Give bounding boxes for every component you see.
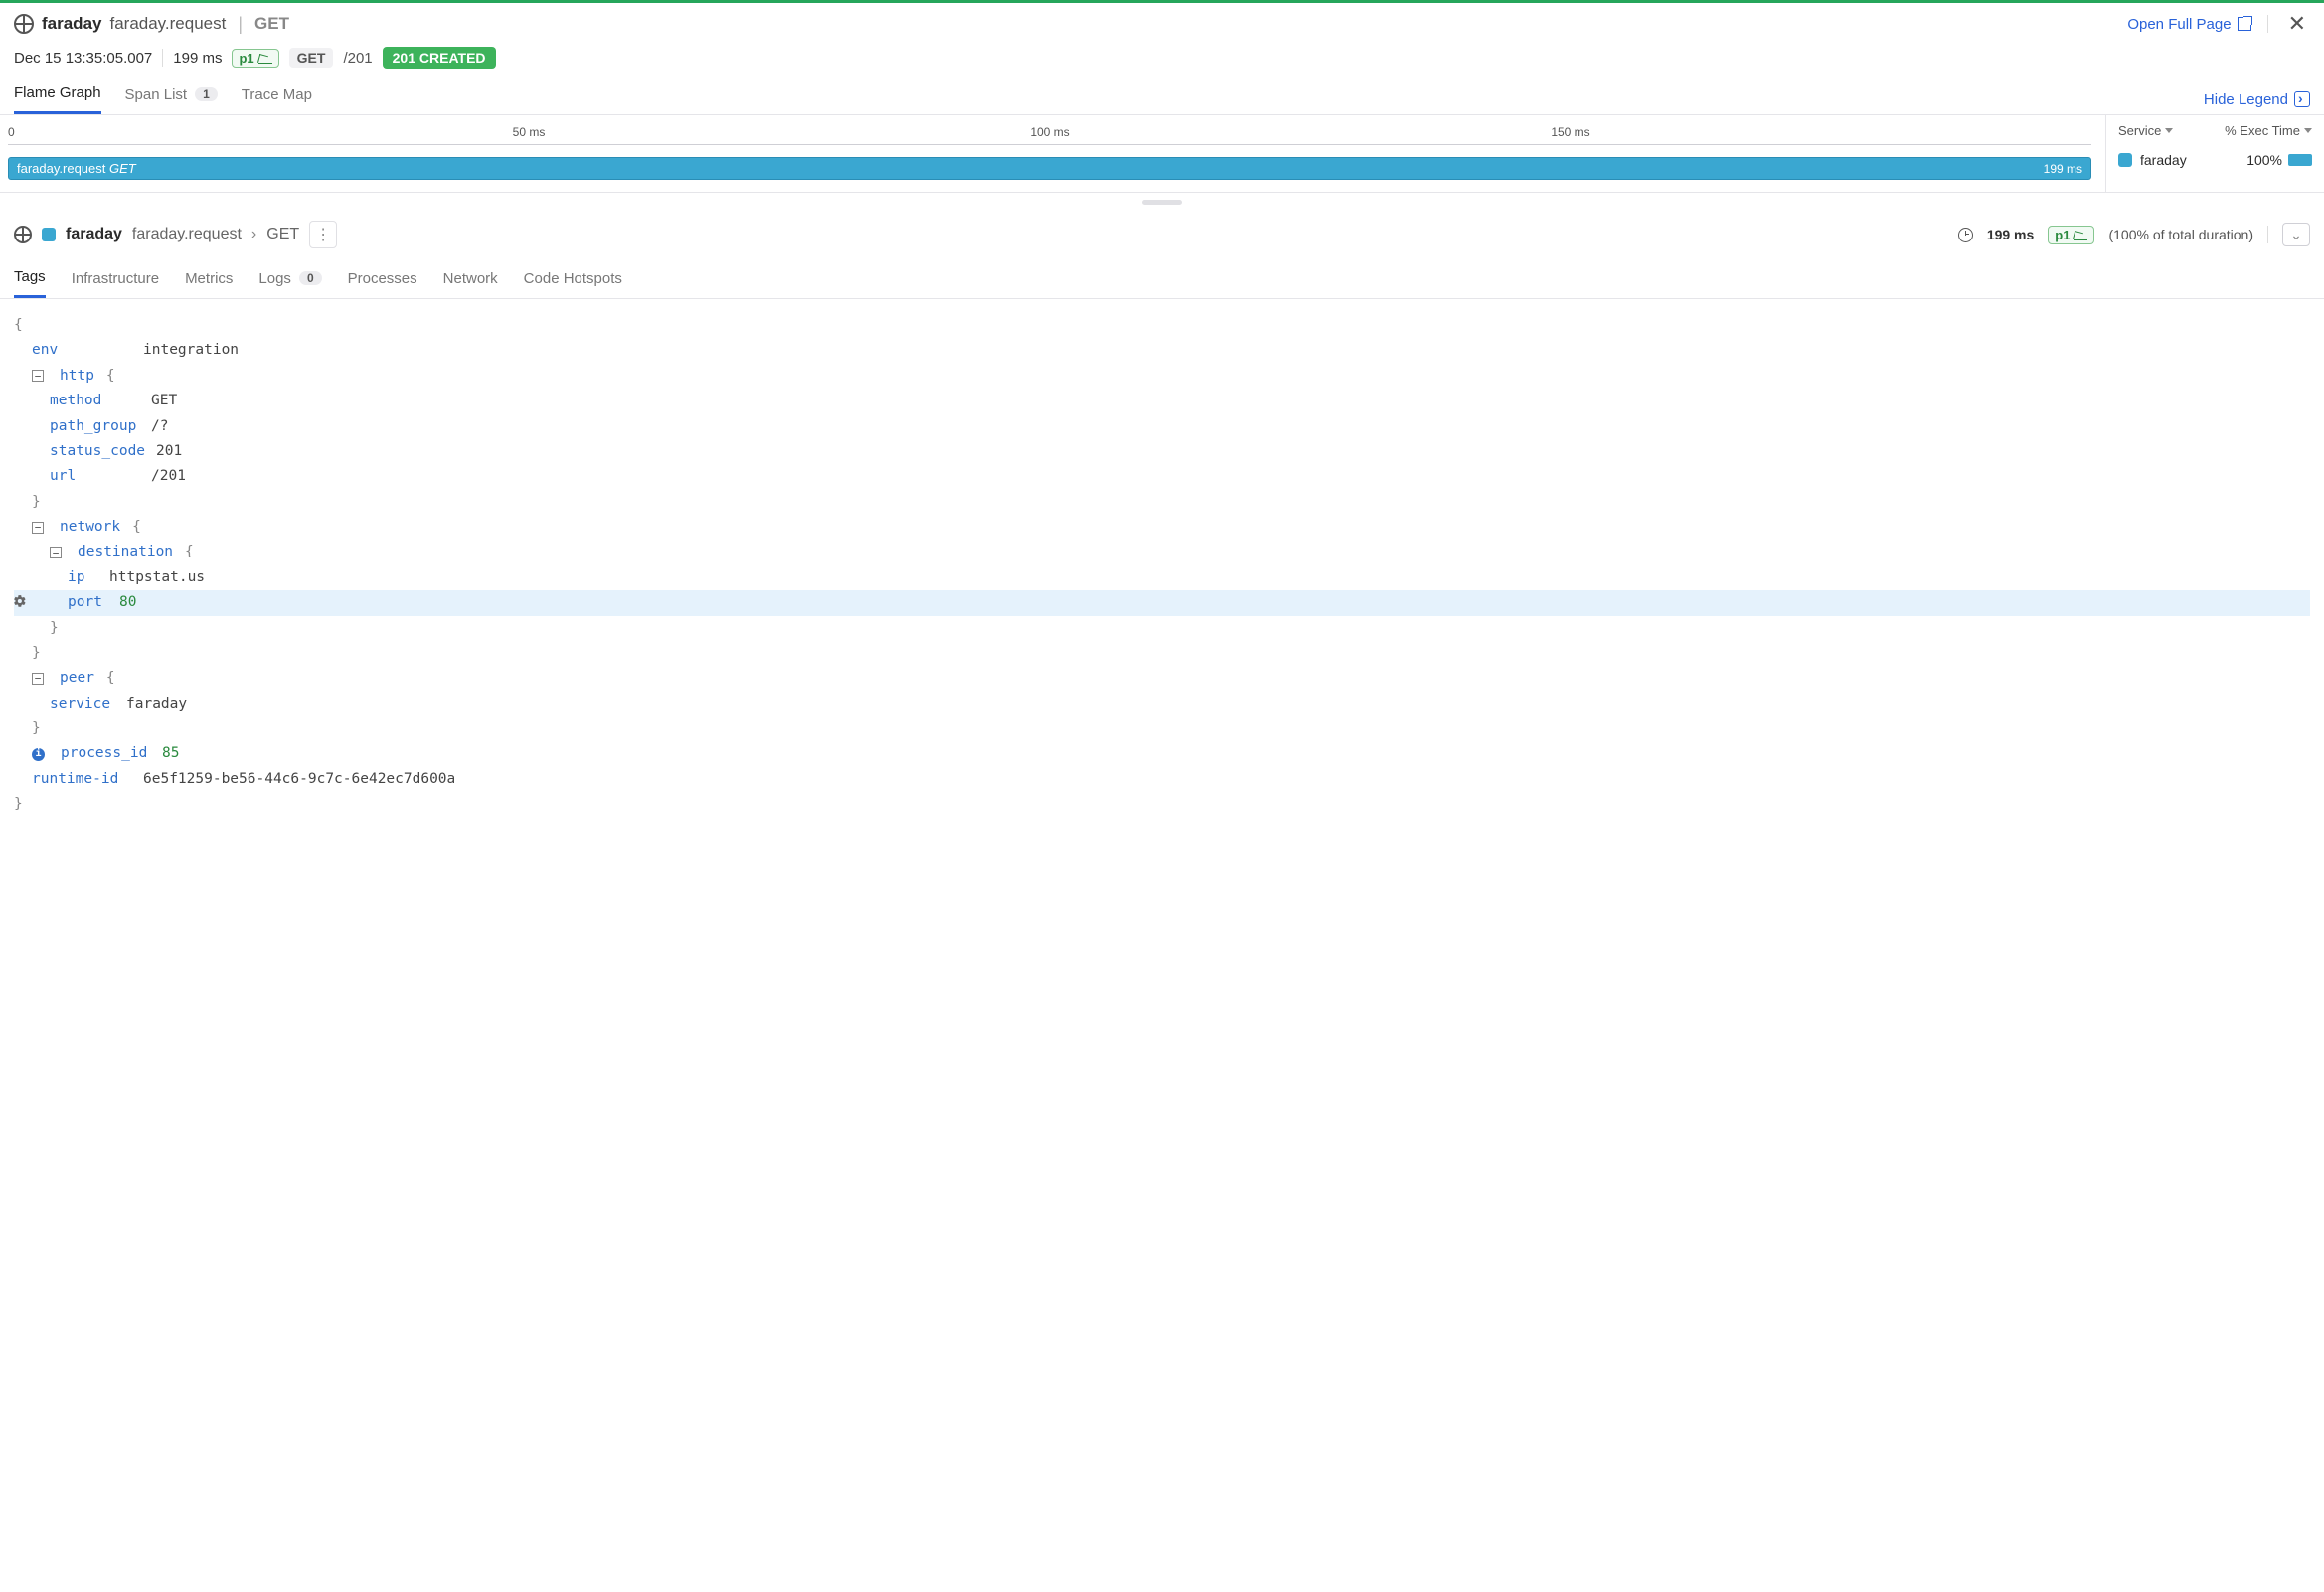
tags-json-tree: { env integration − http { methodGET pat… [0, 299, 2324, 832]
chevron-right-icon: › [251, 226, 256, 243]
env-pill[interactable]: p1 [232, 49, 278, 68]
legend-row[interactable]: faraday 100% [2118, 138, 2312, 168]
pct-of-total: (100% of total duration) [2108, 227, 2253, 242]
path-text: /201 [343, 50, 372, 67]
tag-row[interactable]: status_code201 [14, 439, 2310, 464]
dtab-logs[interactable]: Logs0 [258, 258, 321, 298]
tag-group-network[interactable]: − network { [14, 515, 2310, 540]
external-link-icon [2238, 17, 2251, 31]
tag-row[interactable]: path_group/? [14, 414, 2310, 439]
chevron-down-icon [2304, 128, 2312, 133]
info-icon[interactable]: i [32, 748, 45, 761]
hide-legend-button[interactable]: Hide Legend [2204, 91, 2310, 108]
env-pill[interactable]: p1 [2048, 226, 2094, 244]
trace-meta-row: Dec 15 13:35:05.007 199 ms p1 GET /201 2… [0, 41, 2324, 77]
dtab-infrastructure[interactable]: Infrastructure [72, 258, 159, 298]
operation-name: faraday.request [109, 14, 226, 34]
resize-handle[interactable] [0, 193, 2324, 211]
dtab-metrics[interactable]: Metrics [185, 258, 233, 298]
tag-group-peer[interactable]: − peer { [14, 666, 2310, 691]
span-menu-button[interactable]: ⋮ [309, 221, 337, 248]
span-duration: 199 ms [1987, 227, 2034, 242]
open-full-page-link[interactable]: Open Full Page [2127, 16, 2250, 33]
dtab-tags[interactable]: Tags [14, 258, 46, 298]
close-icon[interactable]: ✕ [2284, 11, 2310, 37]
tag-row[interactable]: runtime-id6e5f1259-be56-44c6-9c7c-6e42ec… [14, 767, 2310, 792]
detail-tabs: Tags Infrastructure Metrics Logs0 Proces… [0, 258, 2324, 299]
view-tabs: Flame Graph Span List 1 Trace Map Hide L… [0, 77, 2324, 115]
duration: 199 ms [173, 50, 222, 67]
span-method: GET [266, 226, 299, 243]
sparkline-icon [2074, 229, 2087, 240]
service-color-swatch [2118, 153, 2132, 167]
collapse-icon[interactable]: − [50, 547, 62, 558]
time-axis: 0 50 ms 100 ms 150 ms [8, 115, 2091, 145]
method-chip[interactable]: GET [289, 48, 334, 68]
tag-row-hovered[interactable]: port80 [14, 590, 2310, 615]
dtab-code-hotspots[interactable]: Code Hotspots [524, 258, 622, 298]
collapse-icon[interactable]: − [32, 673, 44, 685]
tag-group-destination[interactable]: − destination { [14, 540, 2310, 564]
expand-button[interactable]: ⌄ [2282, 223, 2310, 246]
service-color-swatch [42, 228, 56, 241]
status-badge: 201 CREATED [383, 47, 496, 69]
span-op: faraday.request [132, 226, 242, 243]
tag-group-http[interactable]: − http { [14, 364, 2310, 389]
chevron-down-icon [2165, 128, 2173, 133]
globe-icon [14, 226, 32, 243]
span-bar[interactable]: faraday.request GET 199 ms [8, 157, 2091, 180]
exec-time-bar [2288, 154, 2312, 166]
tab-trace-map[interactable]: Trace Map [242, 84, 312, 114]
span-detail-header: faraday faraday.request › GET ⋮ 199 ms p… [0, 211, 2324, 258]
globe-icon [14, 14, 34, 34]
legend-sort-service[interactable]: Service [2118, 123, 2173, 138]
tab-flame-graph[interactable]: Flame Graph [14, 84, 101, 114]
dtab-processes[interactable]: Processes [348, 258, 417, 298]
service-legend: Service % Exec Time faraday 100% [2105, 115, 2324, 192]
clock-icon [1958, 228, 1973, 242]
collapse-icon [2294, 91, 2310, 107]
span-service: faraday [66, 226, 122, 243]
http-method: GET [254, 14, 289, 34]
legend-sort-exec[interactable]: % Exec Time [2225, 123, 2312, 138]
dtab-network[interactable]: Network [443, 258, 498, 298]
flame-graph[interactable]: 0 50 ms 100 ms 150 ms faraday.request GE… [0, 115, 2105, 192]
tag-row[interactable]: servicefaraday [14, 692, 2310, 716]
gear-icon[interactable] [13, 594, 27, 608]
tag-row[interactable]: i process_id85 [14, 741, 2310, 766]
sparkline-icon [258, 52, 272, 64]
collapse-icon[interactable]: − [32, 370, 44, 382]
tag-row[interactable]: env integration [14, 338, 2310, 363]
tag-row[interactable]: methodGET [14, 389, 2310, 413]
panel-header: faraday faraday.request | GET Open Full … [0, 3, 2324, 41]
service-name: faraday [42, 14, 101, 34]
collapse-icon[interactable]: − [32, 522, 44, 534]
tag-row[interactable]: url/201 [14, 464, 2310, 489]
timestamp: Dec 15 13:35:05.007 [14, 50, 152, 67]
tab-span-list[interactable]: Span List 1 [125, 84, 218, 114]
tag-row[interactable]: iphttpstat.us [14, 565, 2310, 590]
